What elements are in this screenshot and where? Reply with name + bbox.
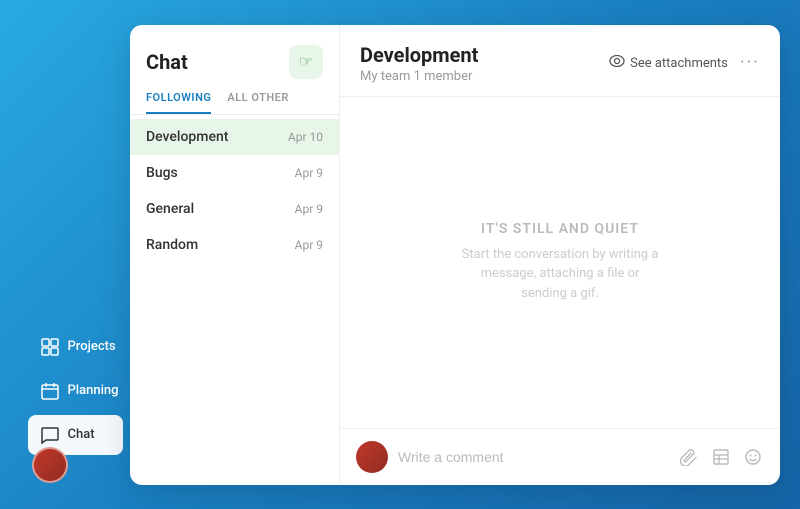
see-attachments-label: See attachments <box>630 56 728 71</box>
chat-item-date-random: Apr 9 <box>295 238 323 252</box>
chat-item-name-general: General <box>146 201 194 217</box>
attach-file-button[interactable] <box>678 446 700 468</box>
chat-list-header: Chat ☞ <box>130 25 339 91</box>
chat-input-actions <box>678 446 764 468</box>
planning-icon <box>40 381 60 401</box>
chat-empty-state: IT'S STILL AND QUIET Start the conversat… <box>340 97 780 428</box>
chat-list-title: Chat <box>146 50 188 74</box>
sidebar-item-projects[interactable]: Projects <box>28 327 123 367</box>
new-chat-button[interactable]: ☞ <box>289 45 323 79</box>
more-options-button[interactable]: ··· <box>740 54 760 72</box>
chat-icon <box>40 425 60 445</box>
chat-content: Development My team 1 member See attachm… <box>340 25 780 485</box>
chat-header-subtitle: My team 1 member <box>360 69 478 84</box>
avatar-image <box>34 449 66 481</box>
chat-item-development[interactable]: Development Apr 10 <box>130 119 339 155</box>
tab-following[interactable]: FOLLOWING <box>146 91 211 114</box>
chat-list: Chat ☞ FOLLOWING ALL OTHER Development A… <box>130 25 340 485</box>
chat-item-name-random: Random <box>146 237 198 253</box>
comment-input[interactable] <box>398 449 668 465</box>
projects-icon <box>40 337 60 357</box>
see-attachments-button[interactable]: See attachments <box>609 55 728 71</box>
user-avatar[interactable] <box>32 447 68 483</box>
chat-item-name-bugs: Bugs <box>146 165 178 181</box>
sidebar: Projects Planning Chat <box>20 25 130 485</box>
tab-all-other[interactable]: ALL OTHER <box>227 91 289 114</box>
user-avatar-input <box>356 441 388 473</box>
sidebar-item-planning[interactable]: Planning <box>28 371 123 411</box>
chat-item-name-development: Development <box>146 129 228 145</box>
chat-item-general[interactable]: General Apr 9 <box>130 191 339 227</box>
chat-header-right: See attachments ··· <box>609 54 760 72</box>
chat-item-date-general: Apr 9 <box>295 202 323 216</box>
chat-empty-title: IT'S STILL AND QUIET <box>481 221 639 237</box>
chat-empty-subtitle: Start the conversation by writing a mess… <box>460 245 660 304</box>
sidebar-item-label-planning: Planning <box>68 383 119 398</box>
chat-header: Development My team 1 member See attachm… <box>340 25 780 97</box>
chat-header-left: Development My team 1 member <box>360 43 478 84</box>
table-button[interactable] <box>710 446 732 468</box>
chat-tabs: FOLLOWING ALL OTHER <box>130 91 339 115</box>
chat-item-date-development: Apr 10 <box>288 130 323 144</box>
emoji-button[interactable] <box>742 446 764 468</box>
sidebar-item-label-chat: Chat <box>68 427 95 442</box>
chat-header-title: Development <box>360 43 478 67</box>
sidebar-item-label-projects: Projects <box>68 339 116 354</box>
eye-icon <box>609 55 625 71</box>
chat-input-area <box>340 428 780 485</box>
hand-pointer-icon: ☞ <box>299 52 313 72</box>
chat-item-bugs[interactable]: Bugs Apr 9 <box>130 155 339 191</box>
chat-item-random[interactable]: Random Apr 9 <box>130 227 339 263</box>
chat-item-date-bugs: Apr 9 <box>295 166 323 180</box>
main-panel: Chat ☞ FOLLOWING ALL OTHER Development A… <box>130 25 780 485</box>
